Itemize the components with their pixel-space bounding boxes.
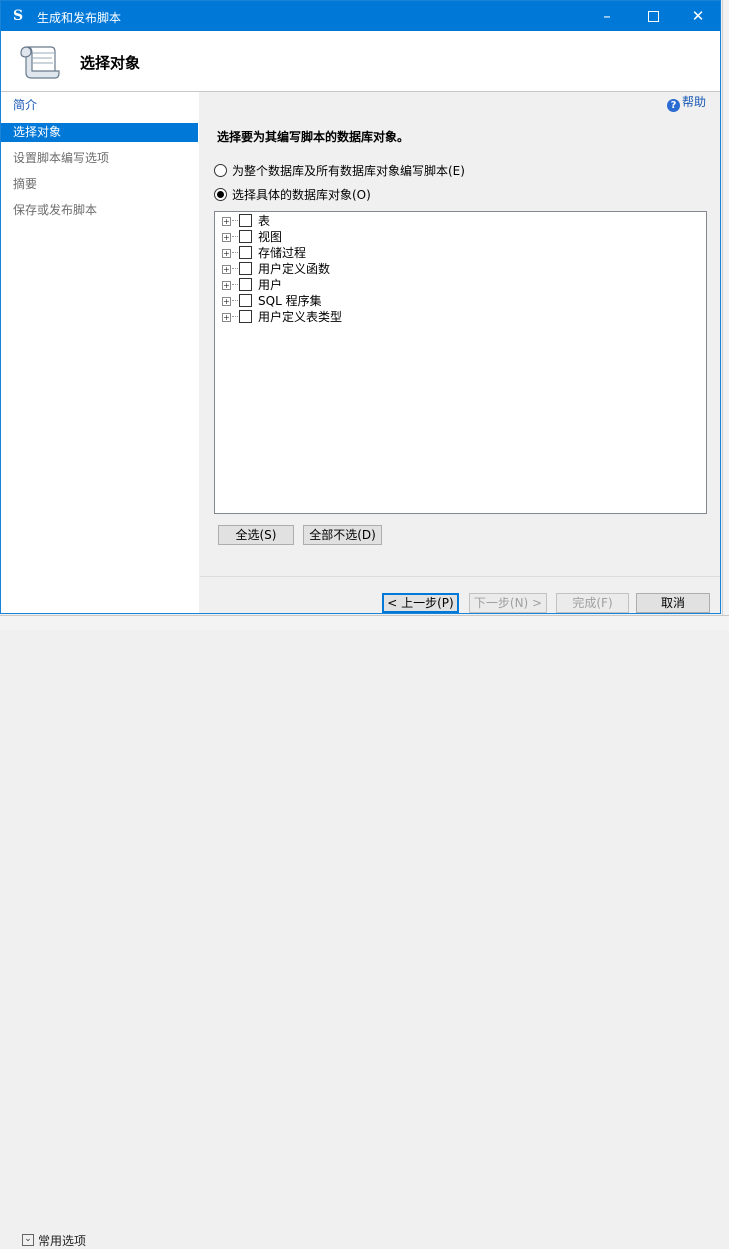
expand-icon[interactable]: +: [222, 297, 231, 306]
tree-checkbox[interactable]: [239, 262, 252, 275]
wizard-footer: < 上一步(P) 下一步(N) > 完成(F) 取消: [200, 577, 720, 613]
tree-checkbox[interactable]: [239, 214, 252, 227]
help-label: 帮助: [681, 95, 706, 109]
nav-item-summary: 摘要: [13, 177, 38, 191]
object-tree[interactable]: + 表 + 视图 + 存储过程 + 用户定义函数 + 用户 + SQL 程序集 + 用户定义表…: [214, 211, 707, 514]
maximize-icon: [647, 11, 659, 22]
next-button[interactable]: 下一步(N) >: [469, 593, 547, 613]
deselect-all-button[interactable]: 全部不选(D): [303, 525, 382, 545]
window-title: 生成和发布脚本: [37, 11, 122, 25]
main-panel: ? 帮助 选择要为其编写脚本的数据库对象。 为整个数据库及所有数据库对象编写脚本(…: [200, 92, 720, 576]
background-section-label: 常用选项: [38, 1234, 87, 1248]
expand-icon[interactable]: +: [222, 249, 231, 258]
tree-item-label: 视图: [258, 230, 283, 244]
tree-item-label: 表: [258, 214, 271, 228]
nav-item-intro[interactable]: 简介: [1, 96, 198, 115]
expand-icon[interactable]: +: [222, 233, 231, 242]
collapse-icon: ⌄: [22, 1234, 34, 1246]
help-icon: ?: [666, 99, 680, 112]
tree-checkbox[interactable]: [239, 246, 252, 259]
radio-label: 为整个数据库及所有数据库对象编写脚本(E): [232, 164, 465, 178]
expand-icon[interactable]: +: [222, 265, 231, 274]
radio-select-specific-objects[interactable]: 选择具体的数据库对象(O): [214, 187, 371, 203]
expand-icon[interactable]: +: [222, 217, 231, 226]
script-icon: S: [13, 8, 24, 24]
dialog-window: S 生成和发布脚本 – ✕ 选择对象 简介 选择对象 设置脚本编写选项 摘要 保…: [0, 0, 721, 614]
expand-icon[interactable]: +: [222, 313, 231, 322]
tree-item-label: SQL 程序集: [258, 294, 322, 308]
tree-item-label: 用户: [258, 278, 283, 292]
radio-button[interactable]: [214, 164, 227, 177]
finish-button[interactable]: 完成(F): [556, 593, 629, 613]
tree-item-views[interactable]: + 视图: [222, 229, 282, 245]
tree-item-label: 用户定义函数: [258, 262, 331, 276]
tree-item-sql-assemblies[interactable]: + SQL 程序集: [222, 293, 322, 309]
page-title: 选择对象: [80, 54, 141, 72]
scroll-icon: [20, 46, 60, 79]
title-bar: S 生成和发布脚本 – ✕: [1, 1, 720, 31]
cancel-button[interactable]: 取消: [636, 593, 710, 613]
background-app-strip: ⌄ 常用选项: [0, 615, 729, 1248]
tree-checkbox[interactable]: [239, 278, 252, 291]
nav-item-select-objects[interactable]: 选择对象: [1, 123, 198, 142]
tree-checkbox[interactable]: [239, 294, 252, 307]
help-link[interactable]: ? 帮助: [666, 94, 706, 112]
wizard-header: 选择对象: [1, 31, 720, 92]
radio-label: 选择具体的数据库对象(O): [232, 188, 371, 202]
tree-item-label: 存储过程: [258, 246, 307, 260]
nav-item-save-publish: 保存或发布脚本: [13, 203, 98, 217]
previous-button[interactable]: < 上一步(P): [382, 593, 459, 613]
tree-item-tables[interactable]: + 表: [222, 213, 270, 229]
nav-item-scripting-options: 设置脚本编写选项: [13, 151, 110, 165]
background-app-edge: [722, 0, 729, 629]
wizard-nav: 简介 选择对象 设置脚本编写选项 摘要 保存或发布脚本: [1, 92, 199, 613]
tree-item-users[interactable]: + 用户: [222, 277, 282, 293]
tree-item-label: 用户定义表类型: [258, 310, 343, 324]
expand-icon[interactable]: +: [222, 281, 231, 290]
tree-item-stored-procedures[interactable]: + 存储过程: [222, 245, 306, 261]
minimize-button[interactable]: –: [584, 1, 630, 31]
radio-script-entire-db[interactable]: 为整个数据库及所有数据库对象编写脚本(E): [214, 163, 465, 179]
select-all-button[interactable]: 全选(S): [218, 525, 294, 545]
tree-item-user-functions[interactable]: + 用户定义函数: [222, 261, 330, 277]
maximize-button[interactable]: [630, 1, 676, 31]
instruction-text: 选择要为其编写脚本的数据库对象。: [217, 130, 410, 144]
tree-checkbox[interactable]: [239, 230, 252, 243]
tree-item-user-table-types[interactable]: + 用户定义表类型: [222, 309, 342, 325]
close-button[interactable]: ✕: [675, 1, 720, 31]
tree-checkbox[interactable]: [239, 310, 252, 323]
radio-button[interactable]: [214, 188, 227, 201]
